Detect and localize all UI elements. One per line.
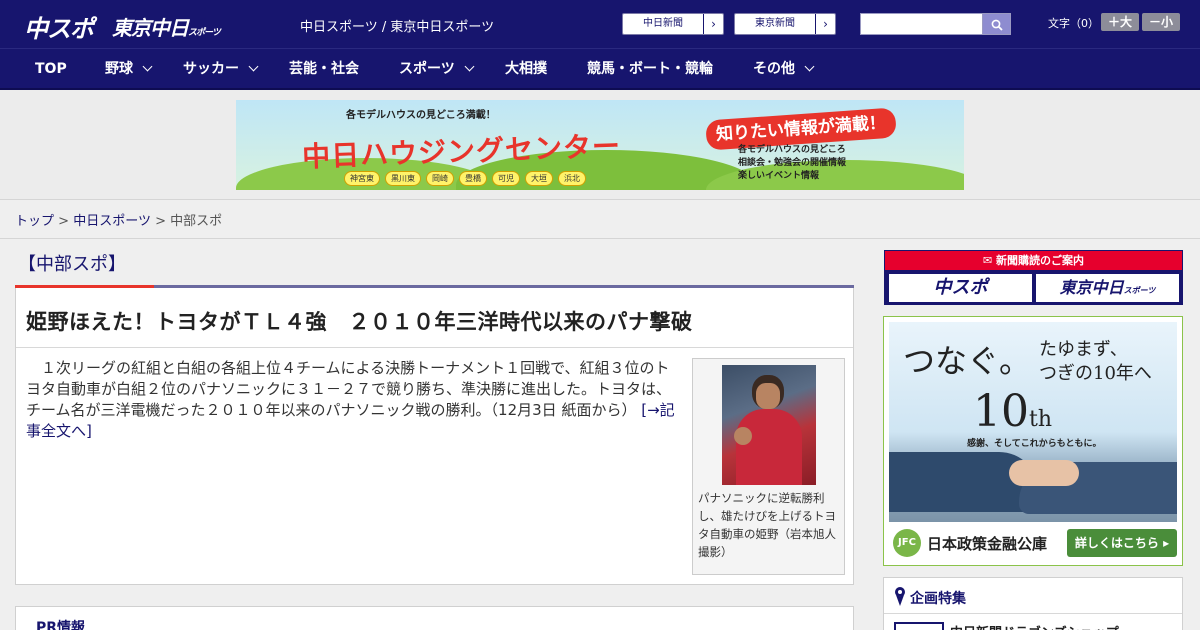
chuspo-logo[interactable]: 中スポ [24,9,94,44]
font-larger-button[interactable]: ＋大 [1101,13,1139,31]
breadcrumb-current: 中部スポ [170,214,223,229]
feature-item-dragons-shop[interactable]: 中日新聞ドラゴンズショップ [950,622,1119,630]
ad-details-button[interactable]: 詳しくはこちら ▸ [1067,529,1177,557]
article-summary: １次リーグの紅組と白組の各組上位４チームによる決勝トーナメント１回戦で、紅組３位… [26,359,672,419]
chevron-down-icon[interactable] [248,61,259,72]
jfc-logo-icon: JFC [893,529,921,557]
feature-title: 企画特集 [910,591,966,607]
subscribe-chuspo-logo[interactable]: 中スポ [889,274,1032,302]
ad-motto: 感謝、そしてこれからもともに。 [967,439,1102,449]
tokyo-chunichi-logo-small: スポーツ [188,28,221,38]
chevron-down-icon[interactable] [142,61,153,72]
subscription-heading: ✉ 新聞購読のご案内 [885,251,1182,270]
chevron-down-icon[interactable] [464,61,475,72]
divider [16,347,853,348]
ad-tagline: たゆまず、つぎの10年へ [1039,338,1152,386]
ad-tagline-2: つぎの10年へ [1039,363,1152,384]
article-headline[interactable]: 姫野ほえた！トヨタがＴＬ４強 ２０１０年三洋時代以来のパナ撃破 [26,306,693,336]
banner-info-3: 楽しいイベント情報 [738,171,820,181]
banner-city: 岡崎 [426,171,454,186]
chevron-right-icon: › [703,14,723,34]
ad-10th-suffix: th [1029,407,1053,432]
banner-city: 黒川東 [385,171,421,186]
nav-item-sumo[interactable]: 大相撲 [505,49,547,89]
banner-city: 可児 [492,171,520,186]
breadcrumb-top[interactable]: トップ [15,214,54,229]
photo-jersey [736,409,802,485]
jfc-ad-visual: つなぐ。 たゆまず、つぎの10年へ 10th 感謝、そしてこれからもともに。 [889,322,1177,522]
nav-item-keiba[interactable]: 競馬・ボート・競輪 [587,49,713,89]
ad-footer: JFC 日本政策金融公庫 詳しくはこちら ▸ [889,525,1177,561]
search-icon [991,19,1003,31]
ribbon-icon [895,587,905,606]
divider [0,238,1200,239]
font-smaller-button[interactable]: －小 [1142,13,1180,31]
banner-city: 大垣 [525,171,553,186]
search-button[interactable] [982,13,1011,35]
top-header: 中スポ 東京中日スポーツ 中日スポーツ / 東京中日スポーツ 中日新聞 › 東京… [0,0,1200,48]
photo-face [756,383,780,409]
tokyo-shimbun-link[interactable]: 東京新聞 › [734,13,836,35]
nav-item-top[interactable]: TOP [35,49,67,89]
ad-10th: 10th [973,386,1052,437]
section-title: 【中部スポ】 [18,254,126,275]
nav-item-other[interactable]: その他 [753,49,795,89]
article-photo[interactable] [722,365,816,485]
nav-item-soccer[interactable]: サッカー [183,49,239,89]
nav-item-sports[interactable]: スポーツ [399,49,455,89]
font-size-label: 文字（0） [1048,17,1099,30]
chunichi-shimbun-label: 中日新聞 [643,18,683,29]
subscription-box[interactable]: ✉ 新聞購読のご案内 中スポ 東京中日スポーツ [884,250,1183,305]
feature-box: 企画特集 中日新聞ドラゴンズショップ [883,577,1183,630]
pr-title: PR情報 [36,620,86,630]
banner-city: 神宮東 [344,171,380,186]
nav-item-baseball[interactable]: 野球 [105,49,133,89]
feature-thumbnail[interactable] [894,622,944,630]
breadcrumb-chunichi-sports[interactable]: 中日スポーツ [73,214,151,229]
banner-city: 豊橋 [459,171,487,186]
ad-tagline-1: たゆまず、 [1039,339,1128,360]
breadcrumb: トップ > 中日スポーツ > 中部スポ [15,210,222,229]
ad-handshake-hands [1009,460,1079,486]
breadcrumb-sep: > [58,214,70,229]
chunichi-shimbun-link[interactable]: 中日新聞 › [622,13,724,35]
article-card: 姫野ほえた！トヨタがＴＬ４強 ２０１０年三洋時代以来のパナ撃破 １次リーグの紅組… [15,288,854,585]
subscribe-tokyo-chunichi-small: スポーツ [1123,286,1156,295]
tokyo-chunichi-logo-text: 東京中日 [112,16,189,40]
photo-caption: パナソニックに逆転勝利し、雄たけびを上げるトヨタ自動車の姫野（岩本旭人撮影） [698,491,836,559]
article-body: １次リーグの紅組と白組の各組上位４チームによる決勝トーナメント１回戦で、紅組３位… [26,358,684,442]
pr-section: PR情報 [15,606,854,630]
banner-city: 浜北 [558,171,586,186]
subscribe-tokyo-chunichi-text: 東京中日 [1059,278,1124,297]
banner-cities: 神宮東 黒川東 岡崎 豊橋 可児 大垣 浜北 [344,166,591,186]
ad-10th-number: 10 [973,386,1029,437]
housing-center-banner[interactable]: 各モデルハウスの見どころ満載！ 中日ハウジングセンター 知りたい情報が満載！ 各… [236,100,964,190]
banner-info-2: 相談会・勉強会の開催情報 [738,158,847,168]
subscribe-tokyo-chunichi-logo[interactable]: 東京中日スポーツ [1036,274,1179,302]
banner-area: 各モデルハウスの見どころ満載！ 中日ハウジングセンター 知りたい情報が満載！ 各… [0,90,1200,200]
banner-subtitle: 各モデルハウスの見どころ満載！ [346,110,496,121]
photo-fist [734,427,752,445]
tokyo-shimbun-label: 東京新聞 [755,18,795,29]
tokyo-chunichi-logo[interactable]: 東京中日スポーツ [112,12,221,41]
article-photo-box: パナソニックに逆転勝利し、雄たけびを上げるトヨタ自動車の姫野（岩本旭人撮影） [692,358,845,575]
nav-item-entertainment[interactable]: 芸能・社会 [289,49,359,89]
site-names[interactable]: 中日スポーツ / 東京中日スポーツ [300,16,494,35]
divider [884,613,1182,614]
banner-info-1: 各モデルハウスの見どころ [738,145,846,155]
subscription-heading-text: 新聞購読のご案内 [996,254,1085,267]
jfc-ad[interactable]: つなぐ。 たゆまず、つぎの10年へ 10th 感謝、そしてこれからもともに。 J… [883,316,1183,566]
main-nav: TOP 野球 サッカー 芸能・社会 スポーツ 大相撲 競馬・ボート・競輪 その他 [0,48,1200,90]
chevron-right-icon: › [815,14,835,34]
search-input[interactable] [860,13,982,35]
breadcrumb-sep: > [155,214,166,229]
ad-headline: つなぐ。 [903,342,1032,380]
jfc-name: 日本政策金融公庫 [927,535,1048,553]
chevron-down-icon[interactable] [804,61,815,72]
